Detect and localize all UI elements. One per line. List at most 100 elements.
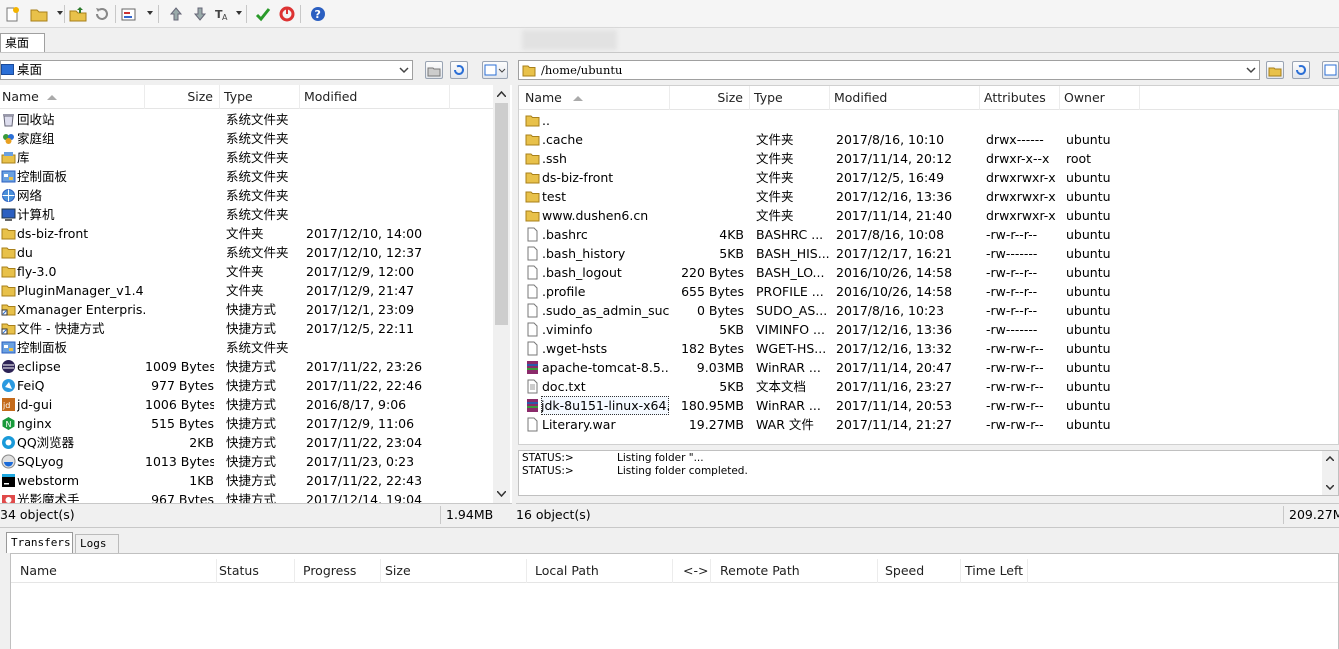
file-row[interactable]: test 文件夹 2017/12/16, 13:36 drwxrwxr-x ubuntu bbox=[519, 187, 1338, 206]
col-type[interactable]: Type bbox=[222, 85, 300, 109]
file-row[interactable]: 控制面板 系统文件夹 bbox=[0, 338, 493, 357]
file-row[interactable]: 回收站 系统文件夹 bbox=[0, 110, 493, 129]
scroll-up-icon[interactable] bbox=[497, 91, 506, 97]
file-row[interactable]: .. bbox=[519, 111, 1338, 130]
local-folder-up-button[interactable] bbox=[425, 61, 443, 79]
local-path-combo[interactable]: 桌面 bbox=[0, 60, 413, 80]
properties-icon[interactable] bbox=[119, 4, 139, 24]
file-row[interactable]: SQLyog 1013 Bytes 快捷方式 2017/11/23, 0:23 bbox=[0, 452, 493, 471]
col-modified[interactable]: Modified bbox=[302, 85, 450, 109]
new-icon[interactable] bbox=[2, 4, 22, 24]
remote-refresh-button[interactable] bbox=[1292, 61, 1310, 79]
scroll-thumb[interactable] bbox=[495, 103, 508, 325]
tab-transfers[interactable]: Transfers bbox=[6, 532, 73, 553]
file-row[interactable]: FeiQ 977 Bytes 快捷方式 2017/11/22, 22:46 bbox=[0, 376, 493, 395]
file-row[interactable]: .cache 文件夹 2017/8/16, 10:10 drwx------ ubunt… bbox=[519, 130, 1338, 149]
file-row[interactable]: QQ浏览器 2KB 快捷方式 2017/11/22, 23:04 bbox=[0, 433, 493, 452]
local-scrollbar[interactable] bbox=[493, 85, 510, 505]
refresh-icon[interactable] bbox=[92, 4, 112, 24]
col-size[interactable]: Size bbox=[670, 86, 750, 110]
file-icon bbox=[525, 227, 540, 242]
col-local-path[interactable]: Local Path bbox=[533, 559, 673, 583]
file-row[interactable]: .sudo_as_admin_suc... 0 Bytes SUDO_AS... 20… bbox=[519, 301, 1338, 320]
scroll-down-icon[interactable] bbox=[497, 491, 506, 497]
file-icon bbox=[525, 322, 540, 337]
col-size[interactable]: Size bbox=[145, 85, 220, 109]
local-column-header: Name Size Type Modified bbox=[0, 85, 493, 109]
file-row[interactable]: eclipse 1009 Bytes 快捷方式 2017/11/22, 23:26 bbox=[0, 357, 493, 376]
file-row[interactable]: Literary.war 19.27MB WAR 文件 2017/11/14, 21:… bbox=[519, 415, 1338, 434]
col-time-left[interactable]: Time Left bbox=[963, 559, 1028, 583]
col-remote-path[interactable]: Remote Path bbox=[718, 559, 878, 583]
file-row[interactable]: 文件 - 快捷方式 快捷方式 2017/12/5, 22:11 bbox=[0, 319, 493, 338]
file-row[interactable]: 库 系统文件夹 bbox=[0, 148, 493, 167]
col-owner[interactable]: Owner bbox=[1062, 86, 1140, 110]
chevron-down-icon[interactable] bbox=[398, 64, 410, 76]
file-modified: 2017/11/16, 23:27 bbox=[836, 379, 953, 394]
file-row[interactable]: Xmanager Enterpris... 快捷方式 2017/12/1, 23:0… bbox=[0, 300, 493, 319]
file-row[interactable]: 计算机 系统文件夹 bbox=[0, 205, 493, 224]
file-row[interactable]: www.dushen6.cn 文件夹 2017/11/14, 21:40 drwxrw… bbox=[519, 206, 1338, 225]
help-icon[interactable]: ? bbox=[308, 4, 328, 24]
remote-folder-up-button[interactable] bbox=[1266, 61, 1284, 79]
file-row[interactable]: jd jd-gui 1006 Bytes 快捷方式 2016/8/17, 9:06 bbox=[0, 395, 493, 414]
col-name[interactable]: Name bbox=[18, 559, 217, 583]
file-row[interactable]: .wget-hsts 182 Bytes WGET-HS... 2017/12/16,… bbox=[519, 339, 1338, 358]
permissions-icon[interactable]: TA bbox=[213, 4, 233, 24]
scroll-up-icon[interactable] bbox=[1326, 456, 1334, 461]
remote-path-combo[interactable]: /home/ubuntu bbox=[518, 60, 1260, 80]
col-modified[interactable]: Modified bbox=[832, 86, 980, 110]
col-name[interactable]: Name bbox=[0, 85, 145, 109]
file-row[interactable]: .bash_logout 220 Bytes BASH_LO... 2016/10/2… bbox=[519, 263, 1338, 282]
log-scrollbar[interactable] bbox=[1322, 451, 1338, 495]
col-type[interactable]: Type bbox=[752, 86, 830, 110]
folder-icon bbox=[1, 283, 16, 298]
col-direction[interactable]: <-> bbox=[681, 559, 711, 583]
file-row[interactable]: 网络 系统文件夹 bbox=[0, 186, 493, 205]
col-progress[interactable]: Progress bbox=[301, 559, 381, 583]
file-row[interactable]: 家庭组 系统文件夹 bbox=[0, 129, 493, 148]
col-status[interactable]: Status bbox=[217, 559, 295, 583]
dropdown-arrow-icon[interactable] bbox=[236, 11, 242, 15]
file-row[interactable]: Nnginx 515 Bytes 快捷方式 2017/12/9, 11:06 bbox=[0, 414, 493, 433]
file-row[interactable]: 控制面板 系统文件夹 bbox=[0, 167, 493, 186]
file-row[interactable]: .profile 655 Bytes PROFILE ... 2016/10/26, … bbox=[519, 282, 1338, 301]
file-row[interactable]: .bashrc 4KB BASHRC ... 2017/8/16, 10:08 -rw-… bbox=[519, 225, 1338, 244]
dropdown-arrow-icon[interactable] bbox=[147, 11, 153, 15]
file-modified: 2017/8/16, 10:23 bbox=[836, 303, 945, 318]
file-size: 977 Bytes bbox=[151, 378, 214, 393]
upload-icon[interactable] bbox=[166, 4, 186, 24]
local-refresh-button[interactable] bbox=[450, 61, 468, 79]
file-row[interactable]: fly-3.0 文件夹 2017/12/9, 12:00 bbox=[0, 262, 493, 281]
col-name[interactable]: Name bbox=[523, 86, 670, 110]
connect-icon[interactable] bbox=[253, 4, 273, 24]
local-view-button[interactable] bbox=[482, 61, 508, 79]
tab-local-desktop[interactable]: 桌面 bbox=[0, 33, 45, 52]
open-folder-icon[interactable] bbox=[29, 4, 49, 24]
chevron-down-icon[interactable] bbox=[1245, 64, 1257, 76]
file-row[interactable]: jdk-8u151-linux-x64... 180.95MB WinRAR ...… bbox=[519, 396, 1338, 415]
remote-view-button[interactable] bbox=[1322, 61, 1339, 79]
file-size bbox=[670, 206, 744, 225]
tab-remote-session[interactable] bbox=[522, 30, 617, 50]
disconnect-icon[interactable] bbox=[277, 4, 297, 24]
file-row[interactable]: PluginManager_v1.4... 文件夹 2017/12/9, 21:47 bbox=[0, 281, 493, 300]
col-attributes[interactable]: Attributes bbox=[982, 86, 1060, 110]
file-row[interactable]: .ssh 文件夹 2017/11/14, 20:12 drwxr-x--x root bbox=[519, 149, 1338, 168]
network-icon bbox=[1, 188, 16, 203]
file-row[interactable]: .viminfo 5KB VIMINFO ... 2017/12/16, 13:36 -… bbox=[519, 320, 1338, 339]
file-row[interactable]: .bash_history 5KB BASH_HIS... 2017/12/17, 1… bbox=[519, 244, 1338, 263]
dropdown-arrow-icon[interactable] bbox=[57, 11, 63, 15]
tab-logs[interactable]: Logs bbox=[75, 534, 119, 553]
download-icon[interactable] bbox=[190, 4, 210, 24]
scroll-down-icon[interactable] bbox=[1326, 485, 1334, 490]
file-row[interactable]: du 系统文件夹 2017/12/10, 12:37 bbox=[0, 243, 493, 262]
file-row[interactable]: apache-tomcat-8.5.... 9.03MB WinRAR ... 201… bbox=[519, 358, 1338, 377]
file-row[interactable]: doc.txt 5KB 文本文档 2017/11/16, 23:27 -rw-rw-r-… bbox=[519, 377, 1338, 396]
file-row[interactable]: ds-biz-front 文件夹 2017/12/5, 16:49 drwxrwxr-… bbox=[519, 168, 1338, 187]
col-speed[interactable]: Speed bbox=[883, 559, 961, 583]
file-row[interactable]: ds-biz-front 文件夹 2017/12/10, 14:00 bbox=[0, 224, 493, 243]
folder-up-icon[interactable] bbox=[68, 4, 88, 24]
col-size[interactable]: Size bbox=[383, 559, 527, 583]
file-row[interactable]: webstorm 1KB 快捷方式 2017/11/22, 22:43 bbox=[0, 471, 493, 490]
